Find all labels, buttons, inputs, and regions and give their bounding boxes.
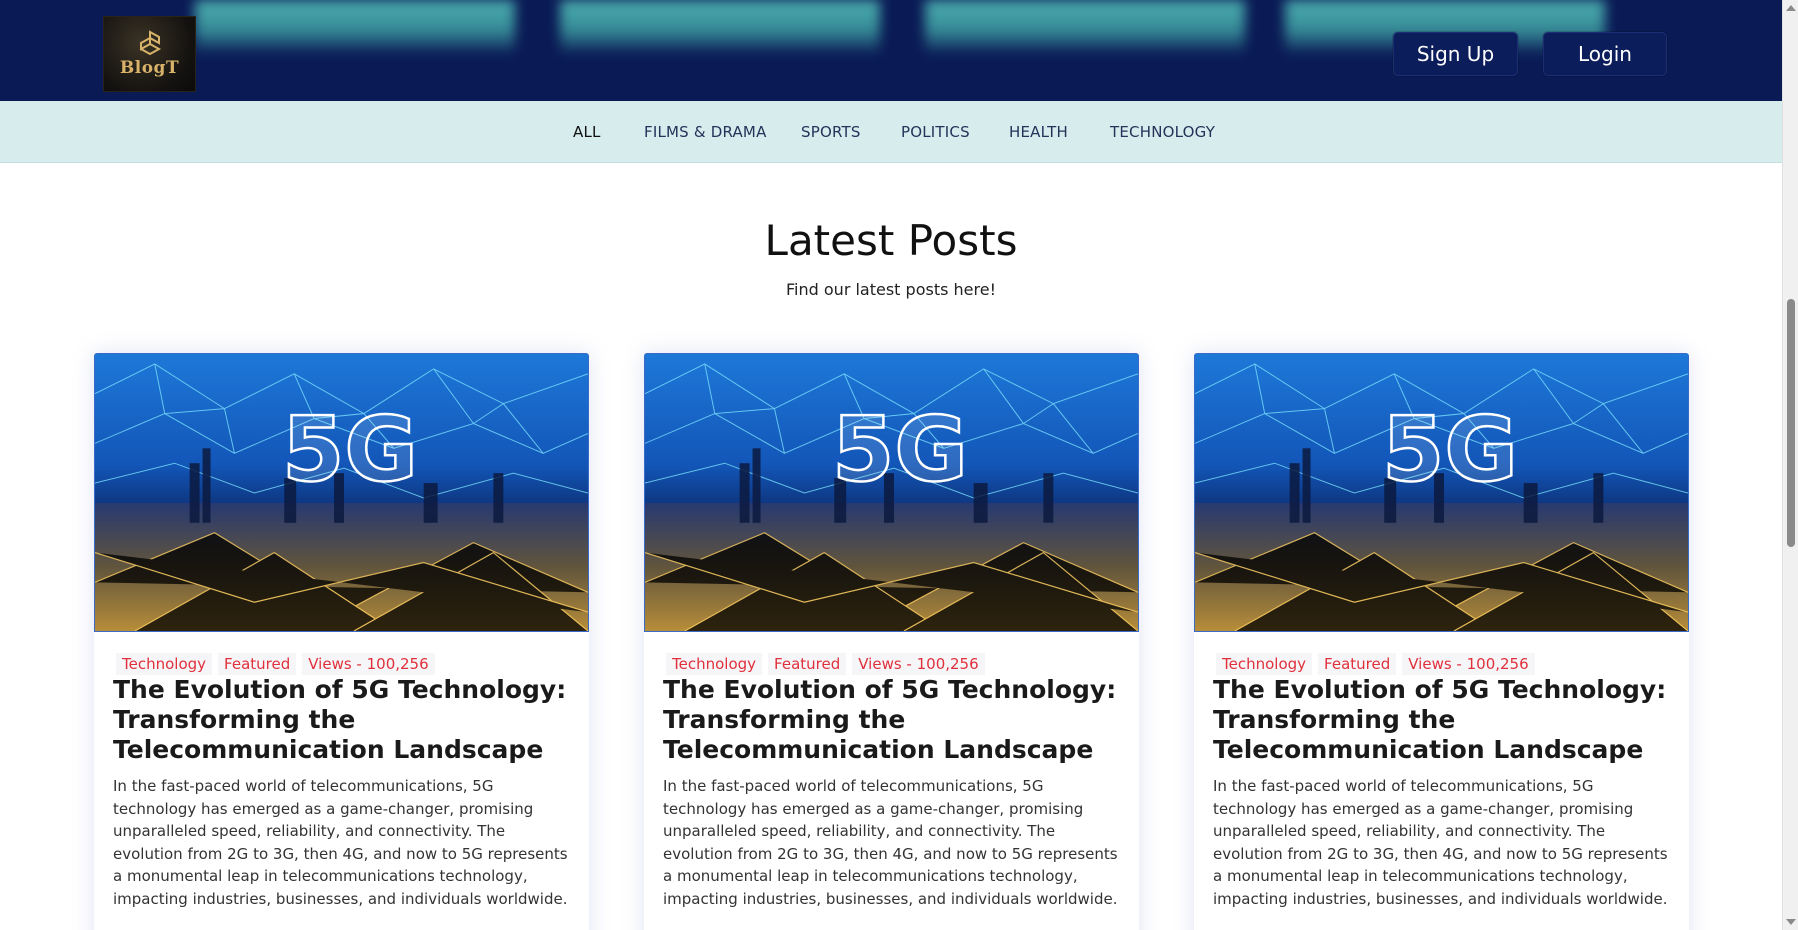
sign-up-button[interactable]: Sign Up (1393, 32, 1518, 76)
nav-item-technology[interactable]: TECHNOLOGY (1110, 101, 1215, 163)
post-excerpt: In the fast-paced world of telecommunica… (113, 777, 568, 908)
nav-item-all[interactable]: ALL (573, 101, 601, 163)
post-tags: Technology Featured Views - 100,256 (116, 653, 441, 675)
post-excerpt: In the fast-paced world of telecommunica… (1213, 777, 1668, 908)
header-decoration (925, 0, 1245, 55)
nav-item-sports[interactable]: SPORTS (801, 101, 861, 163)
featured-tag: Featured (1318, 653, 1397, 675)
post-tags: Technology Featured Views - 100,256 (666, 653, 991, 675)
section-title: Latest Posts (764, 216, 1018, 265)
views-count: Views - 100,256 (852, 653, 985, 675)
featured-tag: Featured (218, 653, 297, 675)
views-count: Views - 100,256 (302, 653, 435, 675)
post-card[interactable]: 5G Technology Featured Views - 100,256 T… (94, 353, 589, 930)
image-5g-text: 5G (832, 398, 968, 502)
scroll-down-arrow-icon[interactable] (1786, 919, 1796, 925)
post-excerpt: In the fast-paced world of telecommunica… (663, 777, 1118, 908)
logo-mark-icon (139, 30, 161, 56)
featured-tag: Featured (768, 653, 847, 675)
post-image[interactable]: 5G (94, 353, 589, 632)
category-tag[interactable]: Technology (1216, 653, 1313, 675)
post-image[interactable]: 5G (644, 353, 1139, 632)
site-header: BlogT Sign Up Login (0, 0, 1782, 101)
page-scrollbar[interactable] (1782, 0, 1798, 930)
scroll-up-arrow-icon[interactable] (1786, 5, 1796, 11)
post-title[interactable]: The Evolution of 5G Technology: Transfor… (1213, 675, 1673, 765)
post-image[interactable]: 5G (1194, 353, 1689, 632)
header-decoration (560, 0, 880, 55)
post-title[interactable]: The Evolution of 5G Technology: Transfor… (663, 675, 1123, 765)
image-5g-text: 5G (282, 398, 418, 502)
post-card[interactable]: 5G Technology Featured Views - 100,256 T… (1194, 353, 1689, 930)
section-subtitle: Find our latest posts here! (786, 280, 996, 299)
category-tag[interactable]: Technology (116, 653, 213, 675)
nav-item-politics[interactable]: POLITICS (901, 101, 970, 163)
views-count: Views - 100,256 (1402, 653, 1535, 675)
site-logo[interactable]: BlogT (103, 16, 196, 92)
post-tags: Technology Featured Views - 100,256 (1216, 653, 1541, 675)
post-card[interactable]: 5G Technology Featured Views - 100,256 T… (644, 353, 1139, 930)
scrollbar-thumb[interactable] (1787, 299, 1795, 547)
image-5g-text: 5G (1382, 398, 1518, 502)
category-nav: ALL FILMS & DRAMA SPORTS POLITICS HEALTH… (0, 101, 1782, 163)
post-title[interactable]: The Evolution of 5G Technology: Transfor… (113, 675, 573, 765)
category-tag[interactable]: Technology (666, 653, 763, 675)
nav-item-films-drama[interactable]: FILMS & DRAMA (644, 101, 767, 163)
header-decoration (195, 0, 515, 55)
nav-item-health[interactable]: HEALTH (1009, 101, 1068, 163)
login-button[interactable]: Login (1543, 32, 1667, 76)
logo-text: BlogT (119, 58, 180, 78)
